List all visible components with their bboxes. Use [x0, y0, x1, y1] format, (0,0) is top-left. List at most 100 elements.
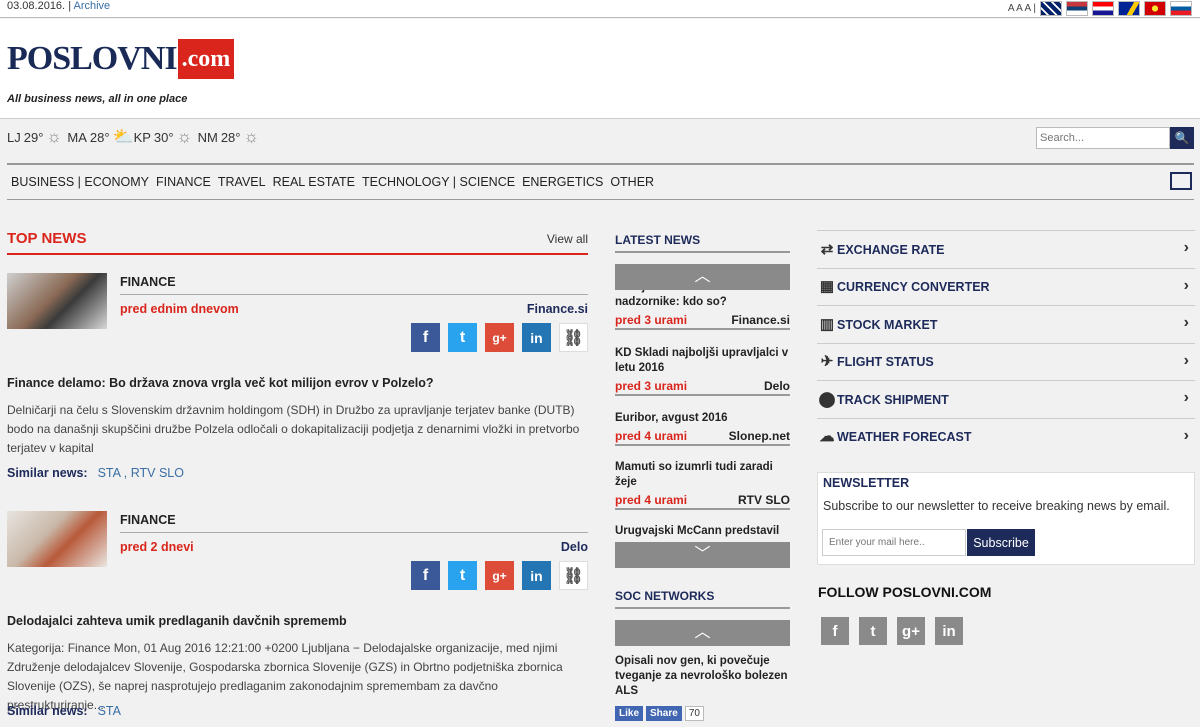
divider: [120, 294, 588, 295]
tool-label: TRACK SHIPMENT: [837, 392, 949, 407]
article-thumbnail[interactable]: [7, 273, 107, 329]
tool-track-shipment[interactable]: ⬤ TRACK SHIPMENT ›: [817, 380, 1195, 418]
article-category[interactable]: FINANCE: [120, 275, 176, 289]
font-size-toggle[interactable]: A A A |: [1008, 3, 1036, 14]
facebook-share-button[interactable]: f: [411, 561, 440, 590]
tool-flight-status[interactable]: ✈ FLIGHT STATUS ›: [817, 342, 1195, 381]
similar-news-label: Similar news:: [7, 704, 88, 718]
tagline: All business news, all in one place: [7, 93, 188, 105]
latest-news: LATEST NEWS: [615, 233, 790, 253]
weather-temp: 29°: [23, 129, 44, 145]
archive-link[interactable]: Archive: [74, 0, 111, 12]
similar-news: Similar news: STA: [7, 704, 121, 718]
latest-news-list: NLB jutri dobi štiri nove nadzornike: kd…: [615, 266, 790, 542]
follow-icons: f t g+ in: [821, 617, 963, 645]
latest-news-item[interactable]: Urugvajski McCann predstavil: [615, 524, 790, 539]
soc-scroll-up-button[interactable]: ︿: [615, 620, 790, 646]
news-article: FINANCE pred ednim dnevom Finance.si f t g+ in…: [7, 273, 588, 483]
newsletter-email-input[interactable]: [822, 529, 966, 556]
flag-ba-icon[interactable]: [1118, 0, 1140, 16]
nav-item[interactable]: REAL ESTATE: [273, 175, 355, 189]
similar-news: Similar news: STA , RTV SLO: [7, 466, 184, 480]
latest-news-source: RTV SLO: [737, 493, 790, 507]
share-buttons: f t g+ in ⛓: [411, 323, 588, 352]
article-source[interactable]: Delo: [561, 540, 588, 554]
flag-rs-icon[interactable]: [1066, 0, 1088, 16]
flag-gb-icon[interactable]: [1040, 0, 1062, 16]
flag-mk-icon[interactable]: [1144, 0, 1166, 16]
twitter-share-button[interactable]: t: [448, 323, 477, 352]
linkedin-share-button[interactable]: in: [522, 323, 551, 352]
logo[interactable]: POSLOVNI .com: [7, 39, 235, 79]
nav-item[interactable]: TRAVEL: [218, 175, 266, 189]
latest-news-item[interactable]: KD Skladi najboljši upravljalci v letu 2…: [615, 346, 790, 396]
chart-icon: ▥: [819, 315, 835, 333]
nav-item[interactable]: TECHNOLOGY | SCIENCE: [362, 175, 515, 189]
article-category[interactable]: FINANCE: [120, 513, 176, 527]
latest-news-item[interactable]: Euribor, avgust 2016 pred 4 urami Slonep.n…: [615, 411, 790, 446]
latest-news-source: Delo: [763, 379, 790, 393]
copy-link-button[interactable]: ⛓: [559, 561, 588, 590]
view-all-link[interactable]: View all: [547, 232, 588, 246]
weather-bar: LJ 29° ☼ MA 28° ⛅ KP 30° ☼ NM 28° ☼: [7, 128, 261, 146]
article-headline[interactable]: Finance delamo: Bo država znova vrgla ve…: [7, 376, 588, 390]
soc-item[interactable]: Opisali nov gen, ki povečuje tveganje za…: [615, 654, 790, 699]
weather-city: LJ: [7, 129, 21, 145]
tool-exchange-rate[interactable]: ⇄ EXCHANGE RATE ›: [817, 230, 1195, 268]
weather-city: MA: [67, 129, 87, 145]
latest-news-title: Euribor, avgust 2016: [615, 412, 728, 424]
latest-news-title: Mamuti so izumrli tudi zaradi žeje: [615, 461, 773, 488]
tool-stock-market[interactable]: ▥ STOCK MARKET ›: [817, 305, 1195, 343]
newspaper-icon[interactable]: [1170, 172, 1192, 190]
subscribe-button[interactable]: Subscribe: [967, 529, 1035, 556]
nav-item[interactable]: BUSINESS | ECONOMY: [11, 175, 149, 189]
facebook-icon[interactable]: f: [821, 617, 849, 645]
googleplus-icon[interactable]: g+: [897, 617, 925, 645]
calculator-icon: ▦: [819, 278, 835, 295]
linkedin-icon[interactable]: in: [935, 617, 963, 645]
article-thumbnail[interactable]: [7, 511, 107, 567]
googleplus-share-button[interactable]: g+: [485, 323, 514, 352]
latest-news-meta: pred 3 urami Delo: [615, 379, 790, 396]
googleplus-share-button[interactable]: g+: [485, 561, 514, 590]
twitter-share-button[interactable]: t: [448, 561, 477, 590]
like-button[interactable]: Like: [615, 706, 644, 721]
similar-news-links[interactable]: STA: [98, 704, 121, 718]
soc-actions: Like Share 70: [615, 706, 790, 721]
partly-cloudy-icon: ⛅: [112, 127, 134, 146]
search-button[interactable]: 🔍: [1170, 127, 1194, 149]
scroll-up-button[interactable]: ︿: [615, 264, 790, 290]
weather-city: KP: [133, 129, 151, 145]
tool-label: FLIGHT STATUS: [837, 355, 934, 369]
latest-news-source: Slonep.net: [728, 429, 790, 443]
share-count: 70: [684, 706, 704, 721]
latest-news-source: Finance.si: [731, 313, 790, 327]
chevron-right-icon: ›: [1183, 276, 1189, 294]
facebook-share-button[interactable]: f: [411, 323, 440, 352]
search-input[interactable]: [1036, 127, 1170, 149]
flag-hr-icon[interactable]: [1092, 0, 1114, 16]
tool-weather-forecast[interactable]: ☁ WEATHER FORECAST ›: [817, 417, 1195, 456]
flag-si-icon[interactable]: [1170, 0, 1192, 16]
linkedin-share-button[interactable]: in: [522, 561, 551, 590]
weather-temp: 30°: [153, 129, 174, 145]
article-source[interactable]: Finance.si: [527, 302, 588, 316]
latest-news-title: Urugvajski McCann predstavil: [615, 525, 780, 537]
latest-news-item[interactable]: Mamuti so izumrli tudi zaradi žeje pred 4…: [615, 460, 790, 510]
copy-link-button[interactable]: ⛓: [559, 323, 588, 352]
chevron-up-icon: ︿: [694, 624, 711, 641]
nav-item[interactable]: ENERGETICS: [522, 175, 603, 189]
scroll-down-button[interactable]: ﹀: [615, 542, 790, 568]
top-bar: 03.08.2016. | Archive A A A |: [0, 0, 1200, 18]
share-button[interactable]: Share: [646, 706, 682, 721]
latest-news-age: pred 3 urami: [615, 313, 688, 327]
nav-item[interactable]: FINANCE: [156, 175, 211, 189]
article-headline[interactable]: Delodajalci zahteva umik predlaganih dav…: [7, 614, 588, 628]
nav-item[interactable]: OTHER: [610, 175, 654, 189]
tool-label: EXCHANGE RATE: [837, 242, 945, 257]
divider: [120, 532, 588, 533]
similar-news-links[interactable]: STA , RTV SLO: [98, 466, 184, 480]
latest-news-title: LATEST NEWS: [615, 233, 790, 253]
tool-currency-converter[interactable]: ▦ CURRENCY CONVERTER ›: [817, 267, 1195, 306]
twitter-icon[interactable]: t: [859, 617, 887, 645]
